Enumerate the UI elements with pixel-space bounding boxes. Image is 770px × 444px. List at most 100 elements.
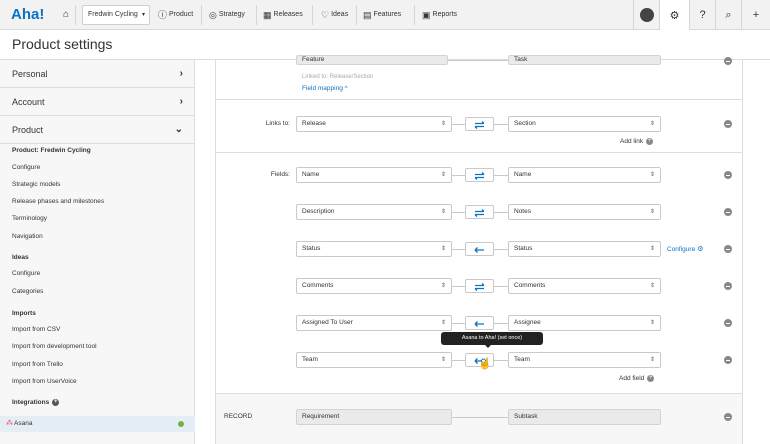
- sort-caret-icon: ⇕: [649, 172, 655, 178]
- sidebar-heading-product: Product: Fredwin Cycling: [12, 147, 91, 154]
- configure-status-link[interactable]: Configure ⚙: [667, 245, 703, 254]
- sort-caret-icon: ⇕: [440, 320, 446, 326]
- sidebar-item-ideas-configure[interactable]: Configure: [12, 270, 40, 277]
- field-left-select[interactable]: Assigned To User ⇕: [296, 315, 452, 331]
- sync-direction-button[interactable]: [465, 316, 494, 330]
- sort-caret-icon: ⇕: [440, 209, 446, 215]
- sidebar-item-configure[interactable]: Configure: [12, 164, 40, 171]
- field-left-select[interactable]: Team ⇕: [296, 352, 452, 368]
- remove-field-icon[interactable]: [724, 245, 732, 253]
- sync-direction-button[interactable]: [465, 205, 494, 219]
- field-left-select[interactable]: Comments ⇕: [296, 278, 452, 294]
- arrow-left-icon: [474, 321, 484, 327]
- nav-product[interactable]: ⓘ Product: [158, 5, 202, 25]
- avatar[interactable]: [633, 0, 659, 30]
- links-to-label: Links to:: [265, 120, 290, 127]
- mapped-record-left: Feature: [296, 55, 448, 65]
- sidebar-item-asana[interactable]: ⁂ Asana: [0, 416, 195, 432]
- sidebar-item-categories[interactable]: Categories: [12, 288, 43, 295]
- product-selector[interactable]: Fredwin Cycling ▾: [82, 5, 150, 25]
- sidebar-heading-imports: Imports: [12, 310, 36, 317]
- sidebar-item-import-dev-tool[interactable]: Import from development tool: [12, 343, 97, 350]
- field-right-select[interactable]: Team ⇕: [508, 352, 661, 368]
- sidebar-section-personal[interactable]: Personal ›: [0, 60, 195, 88]
- nav-strategy[interactable]: ◎ Strategy: [209, 5, 257, 25]
- remove-mapping-icon[interactable]: [724, 57, 732, 65]
- field-right-select[interactable]: Comments ⇕: [508, 278, 661, 294]
- plus-icon: +: [646, 138, 654, 145]
- add-integration-icon[interactable]: +: [52, 399, 60, 406]
- sync-direction-button[interactable]: [465, 117, 494, 131]
- gear-icon[interactable]: ⚙: [659, 0, 689, 30]
- sidebar-item-import-uservoice[interactable]: Import from UserVoice: [12, 378, 77, 385]
- feature-mapping-block: [216, 60, 742, 100]
- bidirectional-arrows-icon: [474, 121, 485, 129]
- sidebar-heading-integrations: Integrations +: [12, 399, 60, 406]
- link-left-select[interactable]: Release ⇕: [296, 116, 452, 132]
- sort-caret-icon: ⇕: [649, 320, 655, 326]
- sidebar-item-release-phases[interactable]: Release phases and milestones: [12, 198, 104, 205]
- field-left-select[interactable]: Description ⇕: [296, 204, 452, 220]
- asana-icon: ⁂: [6, 420, 13, 427]
- sidebar-section-product[interactable]: Product ⌄: [0, 116, 195, 144]
- sidebar-item-import-trello[interactable]: Import from Trello: [12, 361, 63, 368]
- sync-direction-button[interactable]: [465, 279, 494, 293]
- status-dot: [178, 421, 184, 427]
- fields-label: Fields:: [270, 171, 290, 178]
- add-icon[interactable]: +: [741, 0, 770, 30]
- field-left-select[interactable]: Status ⇕: [296, 241, 452, 257]
- remove-record-icon[interactable]: [724, 413, 732, 421]
- sidebar-item-terminology[interactable]: Terminology: [12, 215, 47, 222]
- sidebar-heading-ideas: Ideas: [12, 254, 29, 261]
- remove-field-icon[interactable]: [724, 356, 732, 364]
- remove-field-icon[interactable]: [724, 282, 732, 290]
- section-divider: [216, 152, 742, 153]
- sidebar-section-account[interactable]: Account ›: [0, 88, 195, 116]
- record-label: RECORD: [224, 413, 253, 420]
- nav-releases[interactable]: ▦ Releases: [263, 5, 313, 25]
- remove-field-icon[interactable]: [724, 319, 732, 327]
- remove-field-icon[interactable]: [724, 208, 732, 216]
- field-mapping-link[interactable]: Field mapping ^: [302, 85, 348, 92]
- sidebar-item-import-csv[interactable]: Import from CSV: [12, 326, 60, 333]
- connector-line: [448, 60, 508, 61]
- linked-to-text: Linked to: Release/Section: [302, 74, 374, 80]
- sync-direction-button[interactable]: [465, 242, 494, 256]
- sort-caret-icon: ⇕: [440, 121, 446, 127]
- field-right-select[interactable]: Notes ⇕: [508, 204, 661, 220]
- page-title: Product settings: [12, 36, 113, 52]
- sidebar-item-strategic-models[interactable]: Strategic models: [12, 181, 60, 188]
- chevron-right-icon: ›: [179, 96, 183, 107]
- add-link-button[interactable]: Add link +: [620, 138, 654, 145]
- chevron-right-icon: ›: [179, 68, 183, 79]
- sort-caret-icon: ⇕: [649, 121, 655, 127]
- plus-icon: +: [647, 375, 655, 382]
- field-left-select[interactable]: Name ⇕: [296, 167, 452, 183]
- bidirectional-arrows-icon: [474, 283, 485, 291]
- nav-features[interactable]: ▤ Features: [363, 5, 415, 25]
- nav-reports[interactable]: ▣ Reports: [422, 5, 472, 25]
- field-right-select[interactable]: Assignee ⇕: [508, 315, 661, 331]
- sort-caret-icon: ⇕: [440, 283, 446, 289]
- sort-caret-icon: ⇕: [440, 172, 446, 178]
- sync-direction-button[interactable]: [465, 168, 494, 182]
- remove-field-icon[interactable]: [724, 171, 732, 179]
- search-icon[interactable]: ⌕: [715, 0, 741, 30]
- settings-sidebar: Personal › Account › Product ⌄ Product: Fre…: [0, 60, 195, 444]
- target-icon: ◎: [209, 10, 217, 20]
- aha-logo[interactable]: Aha!: [11, 6, 44, 23]
- add-field-button[interactable]: Add field +: [619, 375, 655, 382]
- link-right-select[interactable]: Section ⇕: [508, 116, 661, 132]
- home-icon[interactable]: ⌂: [57, 5, 76, 25]
- arrow-left-icon: [474, 247, 484, 253]
- help-icon[interactable]: ?: [689, 0, 715, 30]
- sort-caret-icon: ⇕: [649, 246, 655, 252]
- field-right-select[interactable]: Status ⇕: [508, 241, 661, 257]
- field-right-select[interactable]: Name ⇕: [508, 167, 661, 183]
- sync-direction-tooltip: Asana to Aha! (set once): [441, 332, 543, 348]
- sidebar-item-navigation[interactable]: Navigation: [12, 233, 43, 240]
- report-icon: ▣: [422, 10, 431, 20]
- nav-ideas[interactable]: ♡ Ideas: [321, 5, 357, 25]
- connector-line: [452, 417, 508, 418]
- remove-link-icon[interactable]: [724, 120, 732, 128]
